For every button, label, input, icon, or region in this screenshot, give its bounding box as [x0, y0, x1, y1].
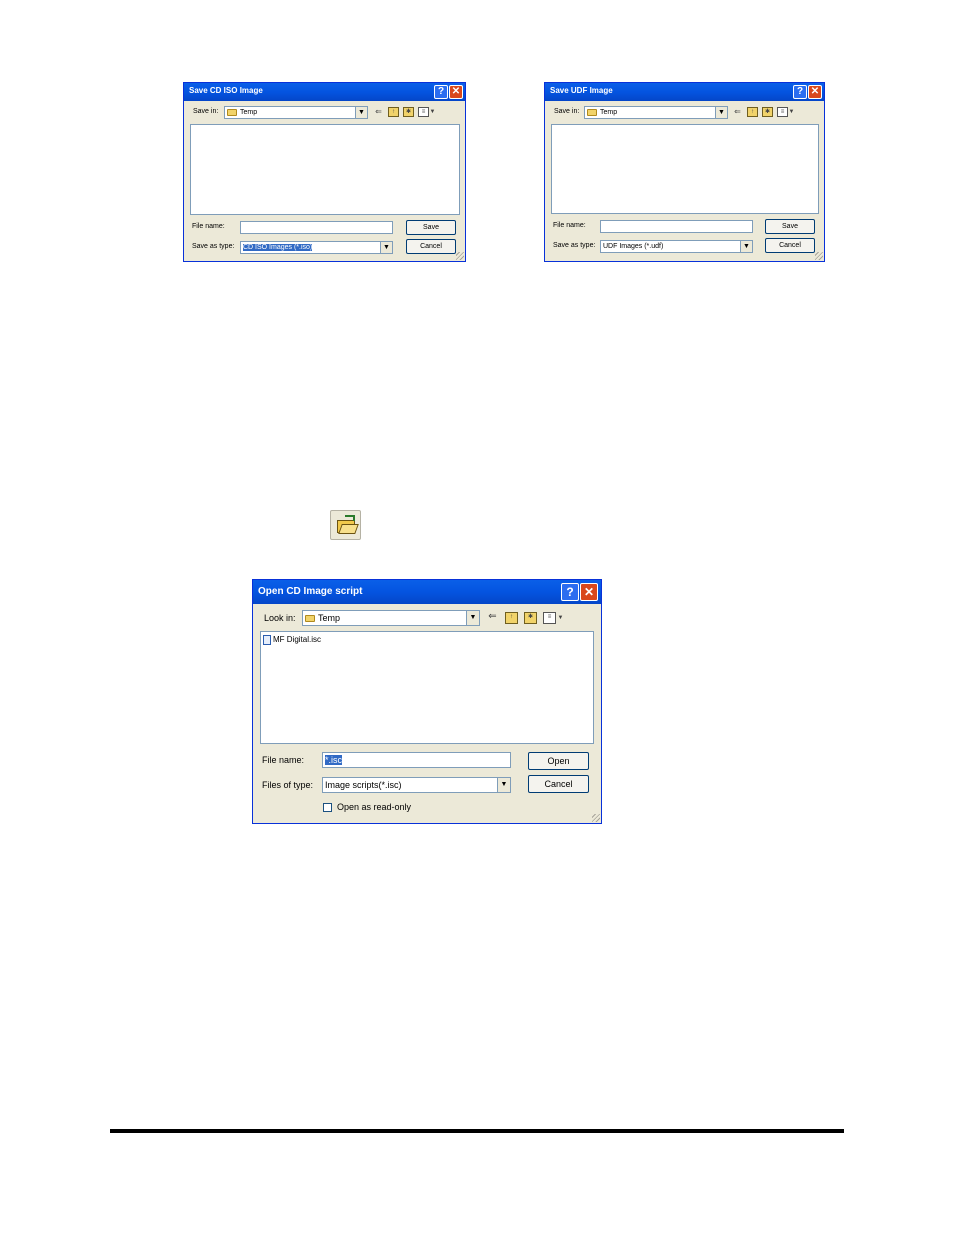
files-of-type-value: Image scripts(*.isc) — [325, 780, 402, 790]
cancel-button[interactable]: Cancel — [406, 239, 456, 254]
file-name-input[interactable] — [240, 221, 393, 234]
file-name-label: File name: — [553, 222, 586, 229]
help-button[interactable]: ? — [434, 85, 448, 99]
dialog-title: Save UDF Image — [550, 86, 613, 95]
save-in-combo[interactable]: Temp ▼ — [584, 106, 728, 119]
file-list[interactable]: MF Digital.isc — [260, 631, 594, 744]
new-folder-icon[interactable]: ✱ — [762, 107, 773, 117]
save-as-type-label: Save as type: — [553, 242, 596, 249]
chevron-down-icon[interactable]: ▼ — [355, 107, 367, 118]
cancel-button[interactable]: Cancel — [765, 238, 815, 253]
chevron-down-icon[interactable]: ▼ — [497, 778, 510, 792]
file-list[interactable] — [190, 124, 460, 215]
file-name-label: File name: — [192, 223, 225, 230]
chevron-down-icon[interactable]: ▼ — [740, 241, 752, 252]
save-as-type-combo[interactable]: CD ISO Images (*.iso) ▼ — [240, 241, 393, 254]
chevron-down-icon[interactable]: ▼ — [466, 611, 479, 625]
location-text: Temp — [600, 109, 618, 116]
look-in-label: Look in: — [264, 613, 296, 623]
up-folder-icon[interactable]: ↑ — [747, 107, 758, 117]
file-item-name: MF Digital.isc — [273, 635, 322, 645]
chevron-down-icon[interactable]: ▼ — [555, 613, 566, 623]
file-name-input[interactable]: *.isc — [322, 752, 511, 768]
resize-grip[interactable] — [456, 252, 464, 260]
save-in-combo[interactable]: Temp ▼ — [224, 106, 368, 119]
close-button[interactable]: ✕ — [580, 583, 598, 601]
new-folder-icon[interactable]: ✱ — [524, 612, 537, 624]
back-arrow-icon[interactable]: ⇐ — [732, 107, 743, 117]
read-only-checkbox[interactable] — [323, 803, 332, 812]
look-in-combo[interactable]: Temp ▼ — [302, 610, 480, 626]
title-bar: Save UDF Image ? ✕ — [545, 83, 824, 101]
save-in-label: Save in: — [554, 108, 580, 115]
script-file-icon — [263, 635, 271, 645]
file-name-value: *.isc — [325, 755, 343, 765]
save-in-label: Save in: — [193, 108, 219, 115]
chevron-down-icon[interactable]: ▼ — [427, 107, 438, 117]
save-button[interactable]: Save — [406, 220, 456, 235]
resize-grip[interactable] — [592, 814, 600, 822]
cancel-button[interactable]: Cancel — [528, 775, 589, 793]
help-button[interactable]: ? — [561, 583, 579, 601]
open-folder-icon[interactable] — [330, 510, 361, 540]
list-item[interactable]: MF Digital.isc — [263, 635, 321, 645]
open-cd-image-script-dialog: Open CD Image script ? ✕ Look in: Temp ▼… — [252, 579, 602, 824]
location-text: Temp — [240, 109, 258, 116]
chevron-down-icon[interactable]: ▼ — [715, 107, 727, 118]
save-as-type-value: UDF Images (*.udf) — [603, 243, 664, 250]
dialog-title: Save CD ISO Image — [189, 86, 263, 95]
file-list[interactable] — [551, 124, 819, 214]
file-name-input[interactable] — [600, 220, 753, 233]
save-as-type-label: Save as type: — [192, 243, 235, 250]
save-as-type-combo[interactable]: UDF Images (*.udf) ▼ — [600, 240, 753, 253]
dialog-title: Open CD Image script — [258, 586, 363, 597]
back-arrow-icon[interactable]: ⇐ — [487, 612, 498, 622]
read-only-label: Open as read-only — [337, 802, 412, 812]
folder-icon — [227, 108, 237, 116]
chevron-down-icon[interactable]: ▼ — [380, 242, 392, 253]
location-text: Temp — [318, 613, 341, 623]
save-as-type-value: CD ISO Images (*.iso) — [243, 244, 313, 251]
back-arrow-icon[interactable]: ⇐ — [373, 107, 384, 117]
open-arrow-shape — [345, 515, 355, 521]
files-of-type-combo[interactable]: Image scripts(*.isc) ▼ — [322, 777, 511, 793]
open-button[interactable]: Open — [528, 752, 589, 770]
up-folder-icon[interactable]: ↑ — [388, 107, 399, 117]
up-folder-icon[interactable]: ↑ — [505, 612, 518, 624]
folder-front-shape — [338, 524, 359, 534]
help-button[interactable]: ? — [793, 85, 807, 99]
page-footer-rule — [110, 1129, 844, 1133]
save-button[interactable]: Save — [765, 219, 815, 234]
close-button[interactable]: ✕ — [808, 85, 822, 99]
save-udf-image-dialog: Save UDF Image ? ✕ Save in: Temp ▼ ⇐ ↑ ✱… — [544, 82, 825, 262]
folder-icon — [587, 108, 597, 116]
title-bar: Save CD ISO Image ? ✕ — [184, 83, 465, 101]
new-folder-icon[interactable]: ✱ — [403, 107, 414, 117]
files-of-type-label: Files of type: — [262, 780, 314, 790]
file-name-label: File name: — [262, 755, 305, 765]
title-bar: Open CD Image script ? ✕ — [253, 580, 601, 604]
chevron-down-icon[interactable]: ▼ — [786, 107, 797, 117]
save-cd-iso-image-dialog: Save CD ISO Image ? ✕ Save in: Temp ▼ ⇐ … — [183, 82, 466, 262]
folder-icon — [305, 615, 315, 623]
close-button[interactable]: ✕ — [449, 85, 463, 99]
resize-grip[interactable] — [815, 252, 823, 260]
